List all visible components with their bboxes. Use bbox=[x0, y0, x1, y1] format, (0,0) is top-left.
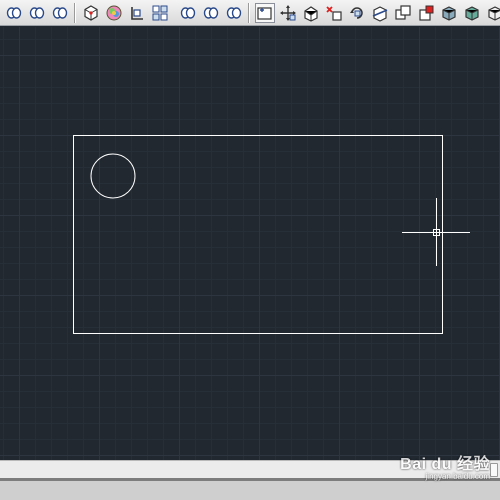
layer-visibility-button[interactable] bbox=[27, 3, 47, 23]
box-select-button[interactable] bbox=[254, 2, 275, 23]
ucs-button[interactable] bbox=[127, 3, 147, 23]
view-cube-icon bbox=[83, 4, 98, 21]
toolbar-separator bbox=[248, 2, 250, 23]
toolbar bbox=[0, 0, 500, 26]
scroll-handle[interactable] bbox=[490, 463, 498, 477]
watermark-logo: Bai du 经验 bbox=[400, 456, 490, 473]
drawing-area[interactable] bbox=[0, 27, 500, 460]
bottom-panel bbox=[0, 478, 500, 500]
render-icon bbox=[464, 5, 479, 21]
ucs-icon bbox=[130, 6, 143, 20]
drawing-canvas[interactable] bbox=[0, 27, 500, 460]
rotate-3d-button[interactable] bbox=[347, 3, 367, 23]
copy-faces-button[interactable] bbox=[393, 3, 413, 23]
layer-unisolate-icon bbox=[203, 6, 218, 19]
copy-faces-icon bbox=[394, 4, 411, 20]
view-cube-button[interactable] bbox=[81, 3, 101, 23]
visual-style-shaded-button[interactable] bbox=[104, 3, 124, 23]
crosshair-cursor bbox=[402, 198, 470, 266]
move-3d-icon bbox=[279, 4, 296, 21]
layer-unisolate-button[interactable] bbox=[201, 3, 221, 23]
layer-state-button[interactable] bbox=[4, 3, 24, 23]
box-select-icon bbox=[256, 6, 272, 20]
layer-isolate-icon bbox=[180, 6, 195, 19]
delete-faces-button[interactable] bbox=[324, 3, 344, 23]
color-faces-button[interactable] bbox=[416, 3, 436, 23]
layer-off-icon bbox=[226, 6, 241, 19]
toolbar-group-modeling bbox=[253, 2, 500, 24]
materials-button[interactable] bbox=[485, 3, 500, 23]
materials-icon bbox=[487, 5, 500, 21]
visual-style-shaded-icon bbox=[106, 5, 121, 20]
render-button[interactable] bbox=[462, 3, 482, 23]
drawn-rectangle[interactable] bbox=[73, 135, 443, 334]
move-3d-button[interactable] bbox=[278, 3, 298, 23]
layer-isolate-button[interactable] bbox=[178, 3, 198, 23]
color-faces-icon bbox=[418, 5, 433, 21]
layer-off-button[interactable] bbox=[224, 3, 244, 23]
layer-visibility-icon bbox=[29, 6, 44, 19]
layer-state-icon bbox=[6, 6, 21, 19]
toolbar-group-layers bbox=[2, 2, 71, 24]
toolbar-group-layers-2 bbox=[176, 2, 245, 24]
slice-button[interactable] bbox=[370, 3, 390, 23]
named-views-button[interactable] bbox=[150, 3, 170, 23]
extrude-icon bbox=[303, 5, 318, 22]
drawn-circle[interactable] bbox=[90, 153, 136, 199]
named-views-icon bbox=[152, 5, 167, 20]
shade-3d-button[interactable] bbox=[439, 3, 459, 23]
rotate-3d-icon bbox=[349, 6, 363, 19]
shade-3d-icon bbox=[441, 5, 456, 21]
extrude-button[interactable] bbox=[301, 3, 321, 23]
toolbar-separator bbox=[74, 2, 76, 23]
layer-freeze-button[interactable] bbox=[50, 3, 70, 23]
layer-freeze-icon bbox=[52, 6, 67, 19]
slice-icon bbox=[372, 5, 387, 22]
watermark: Bai du 经验 jingyan.baidu.com bbox=[400, 450, 490, 481]
toolbar-group-visual-styles bbox=[79, 2, 171, 24]
delete-faces-icon bbox=[325, 5, 342, 21]
